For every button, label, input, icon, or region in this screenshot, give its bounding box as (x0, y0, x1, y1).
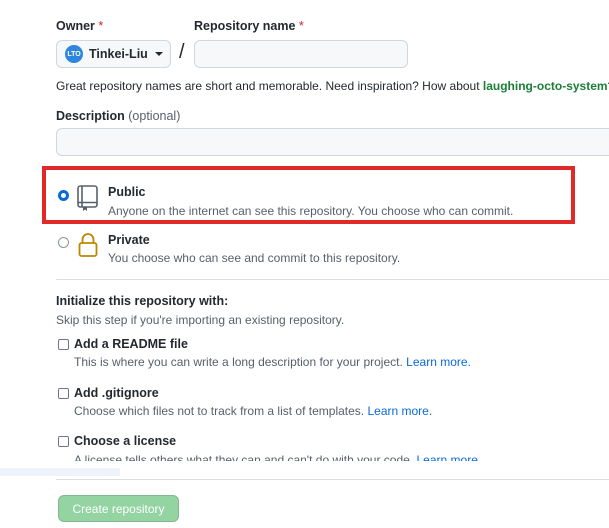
bottom-divider (56, 479, 609, 480)
description-label: Description (optional) (56, 109, 181, 123)
gitignore-learn-more-link[interactable]: Learn more. (367, 404, 432, 418)
description-input[interactable] (56, 128, 609, 156)
repo-name-label: Repository name * (194, 19, 304, 33)
readme-learn-more-link[interactable]: Learn more. (406, 355, 471, 369)
divider (56, 279, 609, 280)
license-learn-more-link[interactable]: Learn more. (417, 453, 482, 461)
repo-name-input[interactable] (194, 40, 408, 68)
license-desc: A license tells others what they can and… (74, 452, 481, 461)
highlight-box (42, 166, 575, 224)
required-mark: * (98, 19, 104, 33)
path-separator: / (179, 41, 185, 63)
license-checkbox[interactable] (58, 436, 69, 447)
owner-name: Tinkei-Liu (89, 47, 148, 61)
create-repository-button[interactable]: Create repository (58, 495, 179, 522)
chevron-down-icon (154, 52, 163, 56)
avatar: LTO (65, 45, 83, 63)
gitignore-desc: Choose which files not to track from a l… (74, 404, 433, 418)
name-suggestion: Great repository names are short and mem… (56, 79, 609, 93)
private-desc: You choose who can see and commit to thi… (108, 251, 401, 265)
required-mark: * (298, 19, 304, 33)
suggested-name-link[interactable]: laughing-octo-system (483, 79, 608, 93)
lock-icon (78, 232, 98, 261)
readme-desc: This is where you can write a long descr… (74, 355, 471, 369)
gitignore-checkbox[interactable] (58, 388, 69, 399)
private-radio[interactable] (58, 237, 69, 248)
readme-title: Add a README file (74, 337, 188, 351)
init-subheading: Skip this step if you're importing an ex… (56, 313, 345, 327)
init-heading: Initialize this repository with: (56, 294, 229, 308)
overlay-strip (0, 468, 120, 476)
owner-select[interactable]: LTO Tinkei-Liu (56, 40, 171, 68)
owner-label: Owner * (56, 19, 104, 33)
gitignore-title: Add .gitignore (74, 386, 159, 400)
readme-checkbox[interactable] (58, 339, 69, 350)
license-title: Choose a license (74, 434, 177, 448)
private-title: Private (108, 233, 150, 247)
